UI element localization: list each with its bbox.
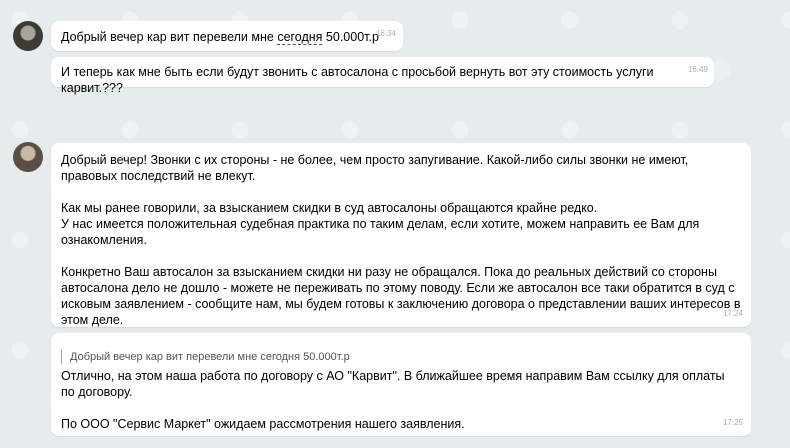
operator-avatar[interactable] [13, 142, 43, 172]
message-paragraph: Отлично, на этом наша работа по договору… [61, 369, 725, 399]
message-text-part: Добрый вечер кар вит перевели мне [61, 30, 278, 44]
message-time: 17:25 [722, 418, 743, 427]
message-paragraph: Добрый вечер! Звонки с их стороны - не б… [61, 153, 689, 183]
message-paragraph: У нас имеется положительная судебная пра… [61, 217, 700, 247]
message-text-part: 50.000т.р [322, 30, 379, 44]
message-text: И теперь как мне быть если будут звонить… [61, 65, 654, 95]
message-paragraph: По ООО "Сервис Маркет" ожидаем рассмотре… [61, 417, 465, 431]
message-time: 16:34 [375, 29, 396, 38]
message-time: 16:49 [687, 65, 708, 74]
message-bubble-1[interactable]: Добрый вечер кар вит перевели мне сегодн… [51, 21, 403, 51]
message-text: Добрый вечер кар вит перевели мне сегодн… [61, 30, 379, 45]
message-bubble-4[interactable]: Добрый вечер кар вит перевели мне сегодн… [51, 333, 751, 436]
message-time: 17:24 [722, 309, 743, 318]
message-paragraph: Конкретно Ваш автосалон за взысканием ск… [61, 265, 741, 327]
message-paragraph: Как мы ранее говорили, за взысканием ски… [61, 201, 598, 215]
user-avatar[interactable] [13, 21, 43, 51]
message-bubble-2[interactable]: И теперь как мне быть если будут звонить… [51, 57, 714, 95]
message-bubble-3[interactable]: Добрый вечер! Звонки с их стороны - не б… [51, 143, 751, 327]
message-highlight-word[interactable]: сегодня [277, 30, 323, 45]
reply-quote[interactable]: Добрый вечер кар вит перевели мне сегодн… [61, 350, 741, 364]
